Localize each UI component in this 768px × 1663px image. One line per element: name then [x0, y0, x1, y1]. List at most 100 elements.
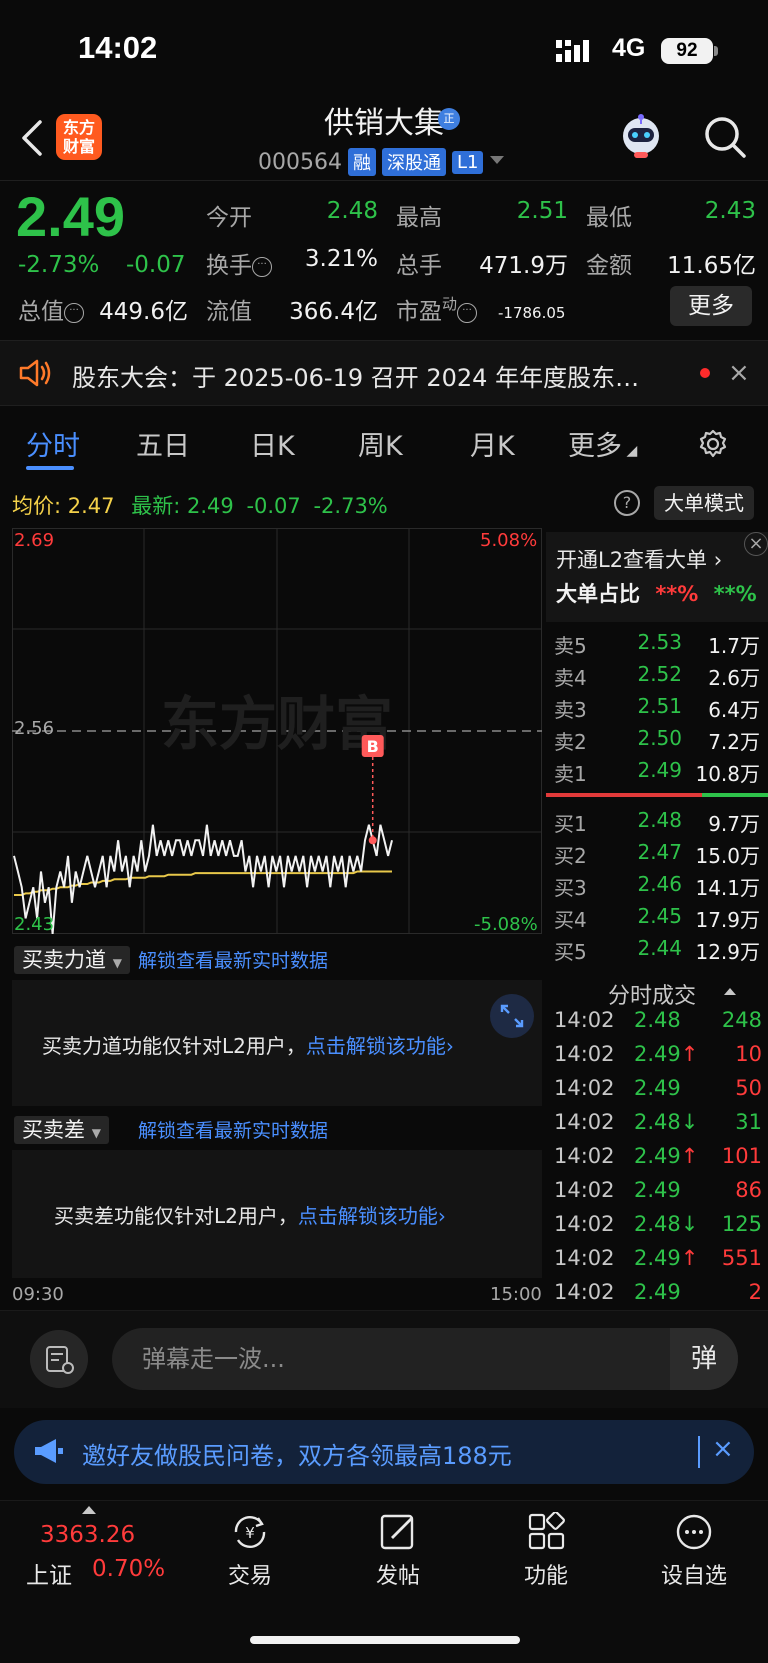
- expand-icon[interactable]: [490, 994, 534, 1038]
- index-name[interactable]: 上证: [26, 1556, 72, 1590]
- l2-open-link[interactable]: 开通L2查看大单 ›: [556, 544, 722, 574]
- trade-price: 2.49: [634, 1178, 681, 1202]
- pe-label[interactable]: 市盈动 ···: [396, 292, 478, 326]
- megaphone-icon: [35, 1439, 63, 1463]
- low-label: 最低: [586, 205, 632, 231]
- stock-code: 000564: [258, 149, 342, 175]
- promo-close-icon[interactable]: ×: [712, 1434, 734, 1464]
- trade-volume: 10: [735, 1042, 762, 1066]
- trade-row: 14:02 2.49↑ 10: [554, 1042, 762, 1076]
- pct-min-label: -5.08%: [474, 914, 538, 935]
- y-min-label: 2.43: [14, 914, 55, 935]
- tab-daily-k[interactable]: 日K: [250, 424, 295, 463]
- high-label: 最高: [396, 205, 442, 231]
- tab-monthly-k[interactable]: 月K: [470, 424, 515, 463]
- price-summary-line: 均价: 2.47 最新: 2.49 -0.07 -2.73%: [12, 490, 388, 520]
- nav-post[interactable]: 发帖: [338, 1512, 458, 1590]
- speaker-icon: [19, 359, 51, 387]
- stock-code-line[interactable]: 000564 融 深股通 L1: [258, 148, 484, 176]
- trades-title[interactable]: 分时成交: [608, 978, 696, 1010]
- unlock-link-2[interactable]: 解锁查看最新实时数据: [138, 1116, 328, 1143]
- trade-price: 2.49↑: [634, 1042, 699, 1066]
- index-pct[interactable]: 0.70%: [92, 1556, 165, 1582]
- unlock-link-1[interactable]: 解锁查看最新实时数据: [138, 946, 328, 973]
- tab-intraday[interactable]: 分时: [26, 424, 80, 463]
- trade-row: 14:02 2.48↓ 31: [554, 1110, 762, 1144]
- index-expand-icon[interactable]: [82, 1506, 96, 1514]
- battery-icon: 92: [661, 38, 713, 64]
- tag-connect: 深股通: [381, 148, 446, 176]
- robot-assistant-icon[interactable]: [616, 112, 666, 162]
- order-row-buy2: 买2 2.47 15.0万: [554, 840, 760, 868]
- latest-label: 最新:: [131, 494, 181, 518]
- unlock-action-2[interactable]: 点击解锁该功能: [298, 1204, 438, 1228]
- trade-price: 2.48↓: [634, 1110, 699, 1134]
- signal-icon: [556, 40, 589, 62]
- caret-up-icon[interactable]: [724, 988, 736, 995]
- nav-trade[interactable]: ¥ 交易: [190, 1512, 310, 1590]
- order-row-buy4: 买4 2.45 17.9万: [554, 904, 760, 932]
- notice-close-icon[interactable]: ×: [728, 358, 750, 388]
- trade-row: 14:02 2.48 248: [554, 1008, 762, 1042]
- indicator-dropdown-2[interactable]: 买卖差 ▼: [14, 1114, 109, 1144]
- gear-icon[interactable]: [696, 428, 730, 462]
- big-order-mode-button[interactable]: 大单模式: [654, 486, 754, 520]
- trade-row: 14:02 2.48↓ 125: [554, 1212, 762, 1246]
- tab-five-day[interactable]: 五日: [136, 424, 190, 463]
- status-time: 14:02: [78, 30, 158, 65]
- info-icon[interactable]: ···: [457, 303, 478, 323]
- danmu-toggle-button[interactable]: 弹: [670, 1328, 738, 1390]
- tab-more[interactable]: 更多 ◢: [568, 424, 637, 463]
- promo-divider: [698, 1436, 700, 1468]
- search-icon[interactable]: [702, 114, 748, 160]
- nav-functions[interactable]: 功能: [486, 1512, 606, 1590]
- tab-weekly-k[interactable]: 周K: [358, 424, 403, 463]
- trade-volume: 86: [735, 1178, 762, 1202]
- percent-change: -2.73%: [18, 252, 100, 278]
- help-icon[interactable]: ?: [614, 490, 640, 516]
- trade-time: 14:02: [554, 1280, 615, 1304]
- home-indicator[interactable]: [250, 1636, 520, 1644]
- intraday-chart[interactable]: 东方财富 B: [12, 528, 542, 934]
- trade-price: 2.49↑: [634, 1144, 699, 1168]
- l2-close-icon[interactable]: ×: [744, 532, 768, 556]
- avg-label: 均价:: [12, 494, 62, 518]
- info-icon[interactable]: ···: [64, 303, 84, 323]
- trade-volume: 248: [721, 1008, 762, 1032]
- trade-time: 14:02: [554, 1144, 615, 1168]
- market-cap-value: 449.6亿: [99, 299, 188, 325]
- turnover-value: 3.21%: [304, 246, 378, 272]
- turnover-label[interactable]: 换手 ···: [206, 246, 272, 280]
- ratio-buy: **%: [655, 582, 699, 606]
- order-row-sell5: 卖5 2.53 1.7万: [554, 630, 760, 658]
- market-cap-label[interactable]: 总值 ···: [18, 292, 84, 326]
- index-value[interactable]: 3363.26: [40, 1522, 135, 1548]
- price-line: [13, 824, 393, 934]
- latest-pct: -2.73%: [313, 494, 388, 518]
- volume-label: 总手: [396, 253, 442, 279]
- nav-watchlist[interactable]: 设自选: [634, 1512, 754, 1590]
- trade-price: 2.48: [634, 1008, 681, 1032]
- more-button[interactable]: 更多: [670, 286, 752, 326]
- battery-tip: [714, 46, 718, 56]
- y-max-label: 2.69: [14, 530, 55, 551]
- trade-volume: 551: [721, 1246, 762, 1270]
- locked-message-1: 买卖力道功能仅针对L2用户，点击解锁该功能›: [42, 1034, 454, 1058]
- notice-text[interactable]: 股东大会：于 2025-06-19 召开 2024 年年度股东…: [72, 358, 639, 393]
- amount-value: 11.65亿: [667, 253, 756, 279]
- trade-time: 14:02: [554, 1246, 615, 1270]
- trade-row: 14:02 2.49↑ 101: [554, 1144, 762, 1178]
- danmu-input[interactable]: [112, 1328, 738, 1390]
- promo-text[interactable]: 邀好友做股民问卷，双方各领最高188元: [82, 1436, 512, 1471]
- comment-list-icon[interactable]: [30, 1330, 88, 1388]
- y-mid-label: 2.56: [14, 718, 55, 739]
- unread-dot: [700, 368, 710, 378]
- ratio-sell: **%: [713, 582, 757, 606]
- unlock-action-1[interactable]: 点击解锁该功能: [306, 1034, 446, 1058]
- chevron-down-icon[interactable]: [490, 156, 504, 164]
- info-icon[interactable]: ···: [252, 257, 272, 277]
- indicator-dropdown-1[interactable]: 买卖力道 ▼: [14, 944, 130, 974]
- trade-price: 2.49: [634, 1076, 681, 1100]
- pe-value: -1786.05: [498, 304, 566, 322]
- time-axis-start: 09:30: [12, 1284, 64, 1305]
